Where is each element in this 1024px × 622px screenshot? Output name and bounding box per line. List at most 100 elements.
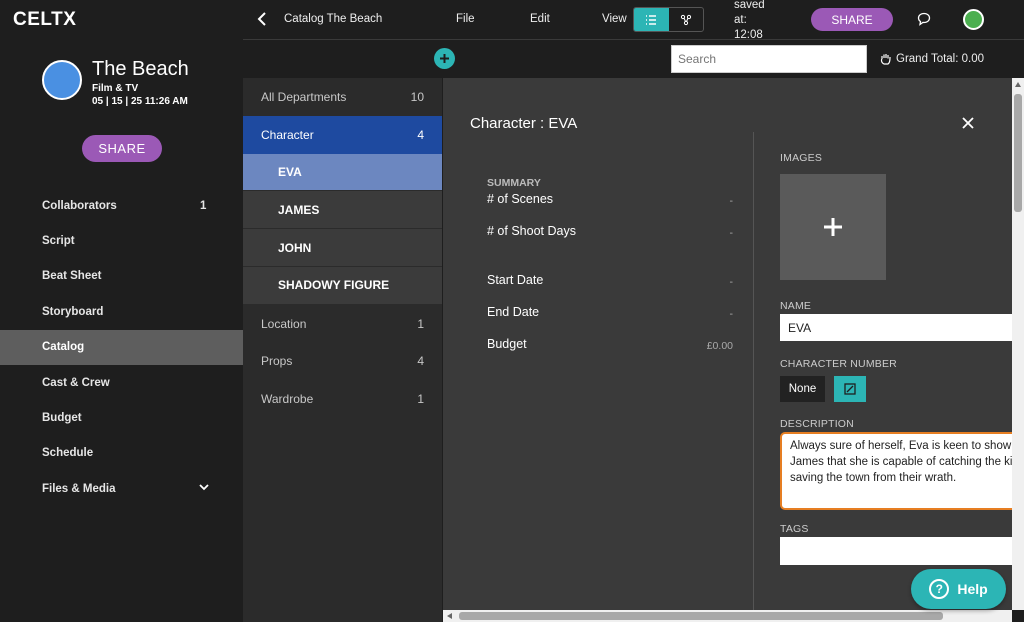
close-icon[interactable] — [961, 116, 975, 130]
summary-label: Start Date — [487, 273, 544, 287]
dept-label: Wardrobe — [261, 392, 314, 407]
name-field[interactable]: EVA — [780, 314, 1012, 341]
project-date: 05 | 15 | 25 11:26 AM — [92, 96, 188, 107]
plus-icon — [824, 218, 842, 236]
app-root: CELTX The Beach Film & TV 05 | 15 | 25 1… — [0, 0, 1024, 622]
list-icon — [646, 14, 657, 25]
summary-row: Start Date - — [487, 273, 734, 288]
scroll-up-icon[interactable] — [1015, 82, 1021, 87]
saved-line: saved — [734, 0, 765, 11]
grand-total: Grand Total: 0.00 — [879, 52, 984, 65]
sidebar-item-label: Catalog — [42, 341, 85, 354]
help-button[interactable]: ? Help — [911, 569, 1006, 609]
character-number-value[interactable]: None — [780, 376, 825, 402]
dept-label: SHADOWY FIGURE — [278, 278, 390, 293]
dept-all[interactable]: All Departments 10 — [243, 78, 442, 116]
summary-row: # of Shoot Days - — [487, 224, 733, 239]
tags-field[interactable] — [780, 537, 1012, 565]
chat-icon[interactable] — [917, 12, 931, 26]
network-view-button[interactable] — [669, 8, 704, 31]
network-icon — [680, 14, 691, 25]
project-type: Film & TV — [92, 83, 139, 94]
summary-label: # of Scenes — [487, 192, 554, 206]
sub-bar: Grand Total: 0.00 — [243, 41, 1024, 78]
share-button-sidebar[interactable]: SHARE — [82, 135, 162, 162]
menu-edit[interactable]: Edit — [530, 13, 550, 25]
summary-label: End Date — [487, 305, 540, 319]
dept-count: 1 — [417, 316, 424, 331]
sidebar-item-files-media[interactable]: Files & Media — [0, 471, 243, 506]
saved-line: at: — [734, 14, 747, 26]
sidebar-item-label: Beat Sheet — [42, 270, 102, 283]
dept-character[interactable]: Character 4 — [243, 115, 442, 154]
name-label: NAME — [780, 300, 812, 312]
scroll-thumb[interactable] — [1014, 94, 1022, 212]
dept-props[interactable]: Props 4 — [243, 343, 442, 381]
summary-row: # of Scenes - — [487, 192, 734, 207]
summary-value: £0.00 — [706, 340, 733, 352]
departments-list: All Departments 10 Character 4 EVA JAMES… — [243, 78, 442, 622]
sidebar-item-label: Script — [42, 235, 75, 248]
sidebar-item-budget[interactable]: Budget — [0, 400, 243, 435]
dept-count: 10 — [410, 89, 424, 104]
sidebar-item-label: Cast & Crew — [42, 376, 110, 389]
character-item-eva[interactable]: EVA — [243, 153, 442, 192]
character-item-shadowy-figure[interactable]: SHADOWY FIGURE — [243, 266, 442, 305]
view-label: View — [602, 13, 627, 25]
dept-location[interactable]: Location 1 — [243, 305, 442, 343]
share-button-top[interactable]: SHARE — [811, 8, 893, 31]
sidebar-item-count: 1 — [200, 199, 207, 212]
back-icon[interactable] — [257, 11, 267, 27]
detail-panel: Character : EVA SUMMARY # of Scenes - # … — [443, 78, 1012, 610]
summary-row: Budget £0.00 — [487, 337, 733, 352]
images-label: IMAGES — [780, 152, 823, 164]
grand-total-label: Grand Total: 0.00 — [896, 52, 985, 65]
character-item-james[interactable]: JAMES — [243, 191, 442, 230]
sidebar-item-collaborators[interactable]: Collaborators 1 — [0, 188, 243, 223]
question-icon: ? — [929, 579, 950, 599]
chevron-down-icon[interactable] — [198, 481, 210, 493]
sidebar-item-beat-sheet[interactable]: Beat Sheet — [0, 259, 243, 294]
summary-value: - — [729, 195, 734, 207]
scroll-thumb[interactable] — [459, 612, 943, 620]
celtx-logo[interactable]: CELTX — [13, 9, 76, 31]
dept-label: JAMES — [278, 202, 320, 217]
add-item-button[interactable] — [434, 48, 455, 69]
summary-label: # of Shoot Days — [487, 224, 576, 238]
scroll-left-icon[interactable] — [447, 613, 452, 619]
sidebar-item-catalog[interactable]: Catalog — [0, 329, 243, 365]
breadcrumb-title: Catalog The Beach — [284, 13, 383, 25]
dept-count: 1 — [417, 392, 424, 407]
search-input[interactable] — [671, 45, 867, 73]
user-avatar[interactable] — [963, 9, 984, 30]
menu-file[interactable]: File — [456, 13, 475, 25]
sidebar-item-label: Budget — [42, 412, 82, 425]
dept-label: All Departments — [261, 89, 347, 104]
sidebar-item-label: Schedule — [42, 447, 94, 460]
horizontal-scrollbar[interactable] — [443, 610, 1012, 622]
summary-heading: SUMMARY — [487, 177, 541, 189]
sidebar-item-script[interactable]: Script — [0, 223, 243, 258]
description-label: DESCRIPTION — [780, 418, 854, 430]
vertical-scrollbar[interactable] — [1012, 78, 1024, 610]
sidebar-item-storyboard[interactable]: Storyboard — [0, 294, 243, 329]
character-item-john[interactable]: JOHN — [243, 229, 442, 267]
view-toggle — [633, 7, 704, 32]
character-number-label: CHARACTER NUMBER — [780, 358, 897, 370]
saved-status: saved at: 12:08 — [734, 0, 774, 43]
list-view-button[interactable] — [634, 8, 669, 31]
dept-count: 4 — [417, 127, 424, 142]
summary-row: End Date - — [487, 305, 733, 320]
add-image-button[interactable] — [780, 174, 886, 280]
dept-label: EVA — [278, 164, 302, 179]
summary-value: - — [729, 276, 734, 288]
edit-number-button[interactable] — [834, 376, 866, 402]
dept-count: 4 — [417, 354, 424, 369]
sidebar-item-cast-crew[interactable]: Cast & Crew — [0, 365, 243, 400]
description-field[interactable]: Always sure of herself, Eva is keen to s… — [780, 432, 1012, 510]
sidebar-item-schedule[interactable]: Schedule — [0, 436, 243, 471]
sidebar-item-label: Storyboard — [42, 305, 104, 318]
dept-label: Props — [261, 354, 293, 369]
plus-icon — [440, 54, 449, 63]
dept-wardrobe[interactable]: Wardrobe 1 — [243, 380, 442, 418]
